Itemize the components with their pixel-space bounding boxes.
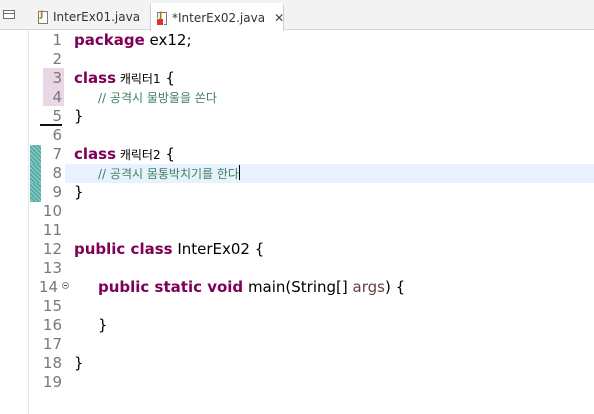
line-number: 3 — [52, 69, 62, 87]
line-number: 15 — [42, 297, 62, 315]
code-line: public static void main(String[] args) { — [98, 278, 405, 297]
code-text: InterEx02 { — [172, 240, 265, 258]
line-number: 8 — [52, 164, 62, 182]
line-number: 10 — [42, 202, 62, 220]
class-name: 캐릭터1 — [116, 72, 161, 86]
code-text: { — [160, 145, 175, 163]
code-text: } — [74, 183, 84, 201]
code-line: class 캐릭터1 { — [74, 69, 175, 88]
line-number: 1 — [52, 31, 62, 49]
text-cursor — [238, 165, 240, 180]
line-number: 11 — [42, 221, 62, 239]
code-text: ) { — [384, 278, 406, 296]
line-number: 5 — [52, 107, 62, 125]
line-number: 16 — [42, 316, 62, 334]
tab-label: InterEx01.java — [53, 10, 141, 24]
line-number: 7 — [52, 145, 62, 163]
code-line: } — [98, 316, 108, 335]
code-text: { — [160, 69, 175, 87]
code-line: class 캐릭터2 { — [74, 145, 175, 164]
code-text: main(String[] — [243, 278, 353, 296]
keyword: class — [74, 145, 117, 163]
keyword: public static void — [98, 278, 244, 296]
code-text: } — [74, 107, 84, 125]
tab-interex01[interactable]: InterEx01.java — [32, 4, 150, 30]
parameter: args — [352, 278, 385, 296]
code-line: // 공격시 몸통박치기를 한다 — [98, 164, 240, 183]
java-file-icon — [38, 10, 48, 24]
keyword: public class — [74, 240, 173, 258]
tab-interex02[interactable]: *InterEx02.java ✕ — [150, 3, 284, 31]
keyword: class — [74, 69, 117, 87]
line-number: 18 — [42, 354, 62, 372]
restore-panel-icon[interactable] — [3, 10, 15, 19]
line-number: 2 — [52, 50, 62, 68]
collapse-icon[interactable] — [62, 282, 69, 289]
line-number: 17 — [42, 335, 62, 353]
code-line: } — [74, 107, 84, 126]
line-number: 12 — [42, 240, 62, 258]
editor-tab-bar: InterEx01.java *InterEx02.java ✕ — [0, 0, 594, 31]
code-line: } — [74, 183, 84, 202]
code-text: } — [74, 354, 84, 372]
code-text: ex12; — [144, 31, 192, 49]
gutter-divider — [28, 30, 29, 414]
comment: // 공격시 몸통박치기를 한다 — [98, 167, 239, 181]
keyword: package — [74, 31, 145, 49]
tab-label: *InterEx02.java — [172, 11, 266, 25]
code-line: // 공격시 물방울을 쏜다 — [98, 88, 217, 107]
line-number: 6 — [52, 126, 62, 144]
line-number: 9 — [52, 183, 62, 201]
line-number: 13 — [42, 259, 62, 277]
line-number: 19 — [42, 373, 62, 391]
code-line: } — [74, 354, 84, 373]
comment: // 공격시 물방울을 쏜다 — [98, 91, 217, 105]
line-number: 14 — [38, 278, 58, 296]
code-text: } — [98, 316, 108, 334]
code-line: public class InterEx02 { — [74, 240, 264, 259]
java-file-error-icon — [156, 11, 167, 26]
class-name: 캐릭터2 — [116, 148, 161, 162]
line-number: 4 — [52, 88, 62, 106]
code-line: package ex12; — [74, 31, 192, 50]
close-icon[interactable]: ✕ — [274, 11, 284, 25]
